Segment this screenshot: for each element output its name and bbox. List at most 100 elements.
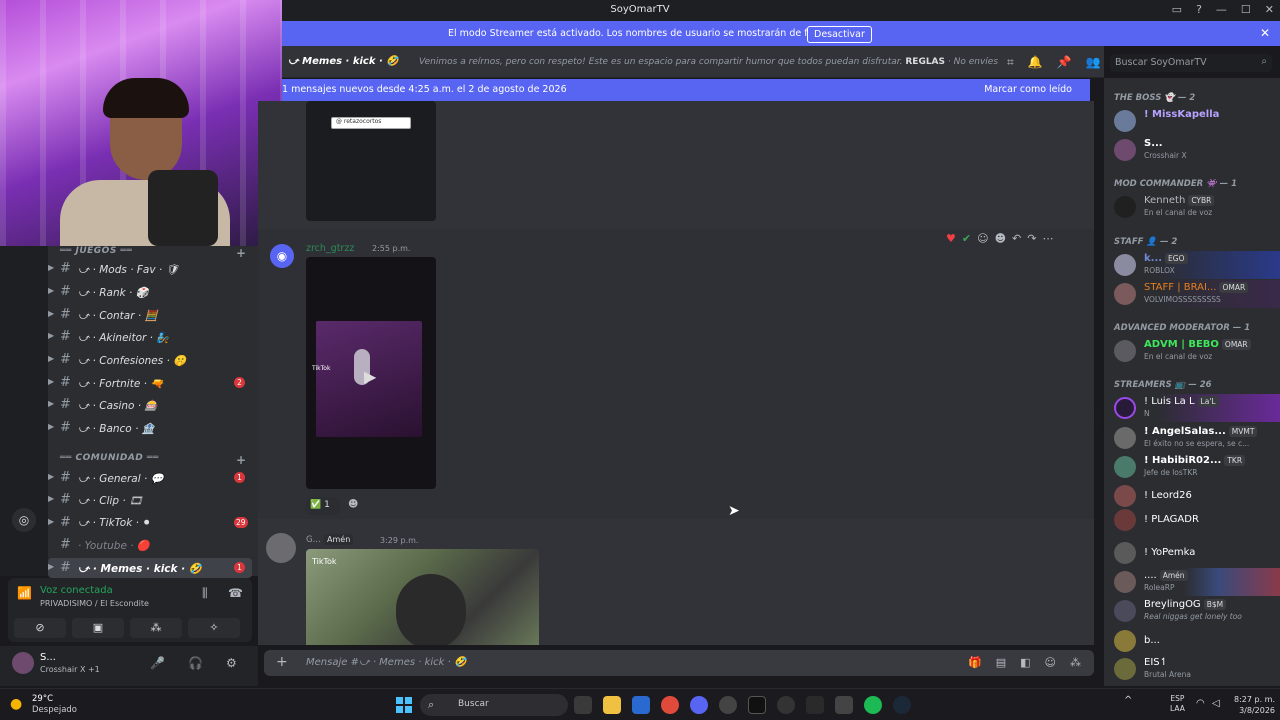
screen-share-button[interactable]: ▣ <box>72 618 124 638</box>
member-item[interactable]: S... Crosshair X <box>1104 136 1280 164</box>
volume-icon[interactable]: ◁ <box>1212 698 1220 709</box>
category-comunidad[interactable]: ══ COMUNIDAD ══ + <box>60 453 246 467</box>
message-author[interactable]: zrch_gtrzz <box>306 243 354 254</box>
steam-icon[interactable] <box>777 696 795 714</box>
avatar[interactable] <box>12 652 34 674</box>
close-window-button[interactable]: ✕ <box>1265 3 1274 16</box>
task-view-icon[interactable] <box>574 696 592 714</box>
member-item[interactable]: ADVM | BEBO OMAR En el canal de voz <box>1104 337 1280 365</box>
inbox-icon[interactable]: ▭ <box>1172 3 1182 16</box>
channel-contar[interactable]: ▶ # ⤻ · Contar · 🧮 <box>48 305 252 325</box>
member-item[interactable]: STAFF | BRAI... OMAR VOLVIMOSSSSSSSSS <box>1104 280 1280 308</box>
forward-icon[interactable]: ↷ <box>1027 232 1036 250</box>
file-explorer-icon[interactable] <box>603 696 621 714</box>
more-icon[interactable]: ⋯ <box>1042 232 1053 250</box>
maximize-button[interactable]: ☐ <box>1241 3 1251 16</box>
members-icon[interactable]: 👥 <box>1086 55 1101 70</box>
channel-akineitor[interactable]: ▶ # ⤻ · Akineitor · 🧞 <box>48 327 252 347</box>
channel-casino[interactable]: ▶ # ⤻ · Casino · 🎰 <box>48 395 252 415</box>
clock[interactable]: 8:27 p. m. 3/8/2026 <box>1234 694 1275 716</box>
soundboard-button[interactable]: ✧ <box>188 618 240 638</box>
search-input[interactable]: Buscar SoyOmarTV ⌕ <box>1110 54 1272 72</box>
gift-icon[interactable]: 🎁 <box>968 656 982 669</box>
channel-general[interactable]: ▶ # ⤻ · General · 💬 1 <box>48 468 252 488</box>
reply-icon[interactable]: ↶ <box>1012 232 1021 250</box>
sticker-icon[interactable]: ◧ <box>1020 656 1030 669</box>
media-embed[interactable]: @ retazocortos <box>306 101 436 221</box>
channel-rank[interactable]: ▶ # ⤻ · Rank · 🎲 <box>48 282 252 302</box>
pin-icon[interactable]: 📌 <box>1057 55 1072 70</box>
member-item[interactable]: EIS↿ Brutal Arena <box>1104 655 1280 683</box>
scrollbar[interactable] <box>1095 404 1100 432</box>
new-messages-bar[interactable]: 1 mensajes nuevos desde 4:25 a.m. el 2 d… <box>282 79 1090 101</box>
member-item[interactable]: ! YoPemka <box>1104 539 1280 567</box>
add-reaction-icon[interactable]: ☻ <box>995 232 1006 250</box>
channel-fortnite[interactable]: ▶ # ⤻ · Fortnite · 🔫 2 <box>48 373 252 393</box>
language-indicator[interactable]: ESP LAA <box>1170 694 1185 714</box>
add-channel-icon[interactable]: + <box>236 453 247 467</box>
signal-icon[interactable]: 📶 <box>17 586 32 600</box>
member-item[interactable]: .... Amén RoleaRP <box>1104 568 1280 596</box>
channel-mods-fav[interactable]: ▶ # ⤻ · Mods · Fav · 🛡 <box>48 259 252 279</box>
disconnect-icon[interactable]: ☎ <box>228 586 243 600</box>
member-item[interactable]: ! PLAGADR <box>1104 506 1280 534</box>
mute-icon[interactable]: 🎤 <box>150 656 165 670</box>
noise-suppression-icon[interactable]: ⫼ <box>202 586 208 601</box>
deafen-icon[interactable]: 🎧 <box>188 656 203 670</box>
check-reaction-icon[interactable]: ✔ <box>962 232 971 250</box>
member-item[interactable]: ! AngelSalas... MVMT El éxito no se espera… <box>1104 424 1280 452</box>
member-item[interactable]: ! MissKapella <box>1104 107 1280 135</box>
channel-confesiones[interactable]: ▶ # ⤻ · Confesiones · 🤫 <box>48 350 252 370</box>
reaction-check[interactable]: ✅ 1 <box>306 497 340 515</box>
channel-topic[interactable]: Venimos a reírnos, pero con respeto! Est… <box>419 57 999 67</box>
add-reaction-icon[interactable]: ☻ <box>348 499 358 510</box>
bell-icon[interactable]: 🔔 <box>1028 55 1043 70</box>
app-icon[interactable] <box>835 696 853 714</box>
help-icon[interactable]: ? <box>1196 3 1202 16</box>
store-icon[interactable] <box>632 696 650 714</box>
apps-icon[interactable]: ⁂ <box>1070 656 1081 669</box>
taskbar-search[interactable]: ⌕ Buscar <box>420 694 568 716</box>
member-item[interactable]: k... EGO ROBLOX <box>1104 251 1280 279</box>
channel-tiktok[interactable]: ▶ # ⤻ · TikTok · ⚫ 29 <box>48 513 252 533</box>
steam-client-icon[interactable] <box>893 696 911 714</box>
member-item[interactable]: ! Luis La L La'L N <box>1104 394 1280 422</box>
add-channel-icon[interactable]: + <box>236 246 247 260</box>
close-banner-icon[interactable]: ✕ <box>1260 26 1270 40</box>
channel-clip[interactable]: ▶ # ⤻ · Clip · 🎞 <box>48 490 252 510</box>
threads-icon[interactable]: ⌗ <box>1007 55 1014 70</box>
play-icon[interactable]: ▶ <box>364 367 376 386</box>
mark-as-read-button[interactable]: Marcar como leído <box>984 84 1072 95</box>
message-author[interactable]: G... <box>306 535 321 545</box>
chevron-up-icon[interactable]: ^ <box>1124 695 1132 706</box>
discover-icon[interactable]: ◎ <box>12 508 36 532</box>
video-embed[interactable]: TikTok <box>306 549 539 645</box>
avatar[interactable]: ◉ <box>270 244 294 268</box>
spotify-icon[interactable] <box>864 696 882 714</box>
category-juegos[interactable]: ══ JUEGOS ══ + <box>60 246 246 260</box>
channel-banco[interactable]: ▶ # ⤻ · Banco · 🏦 <box>48 418 252 438</box>
capcut-icon[interactable] <box>748 696 766 714</box>
obs-icon[interactable] <box>719 696 737 714</box>
heart-reaction-icon[interactable]: ♥ <box>946 232 956 250</box>
gif-icon[interactable]: ▤ <box>996 656 1006 669</box>
discord-icon[interactable] <box>690 696 708 714</box>
emoji-icon[interactable]: ☺ <box>1045 656 1056 669</box>
wifi-icon[interactable]: ◠ <box>1196 698 1205 709</box>
member-item[interactable]: BreylingOG B$M Real niggas get lonely too <box>1104 597 1280 625</box>
voice-channel[interactable]: PRIVADISIMO / El Escondite <box>40 599 149 608</box>
start-button[interactable] <box>396 697 412 713</box>
channel-memes-kick[interactable]: ▶ # ⤻ · Memes · kick · 🤣 1 <box>48 558 252 578</box>
minimize-button[interactable]: — <box>1216 3 1227 16</box>
avatar[interactable] <box>266 533 296 563</box>
laugh-reaction-icon[interactable]: ☺ <box>977 232 988 250</box>
activities-button[interactable]: ⁂ <box>130 618 182 638</box>
member-item[interactable]: ! HabibiR02... TKR Jefe de losTKR <box>1104 453 1280 481</box>
camera-off-button[interactable]: ⊘ <box>14 618 66 638</box>
chrome-icon[interactable] <box>661 696 679 714</box>
disable-streamer-button[interactable]: Desactivar <box>807 26 872 43</box>
message-composer[interactable]: + Mensaje #⤻ · Memes · kick · 🤣 🎁 ▤ ◧ ☺ … <box>264 650 1094 676</box>
member-item[interactable]: b... <box>1104 627 1280 655</box>
member-item[interactable]: Kenneth CYBR En el canal de voz <box>1104 193 1280 221</box>
settings-gear-icon[interactable]: ⚙ <box>226 656 237 670</box>
